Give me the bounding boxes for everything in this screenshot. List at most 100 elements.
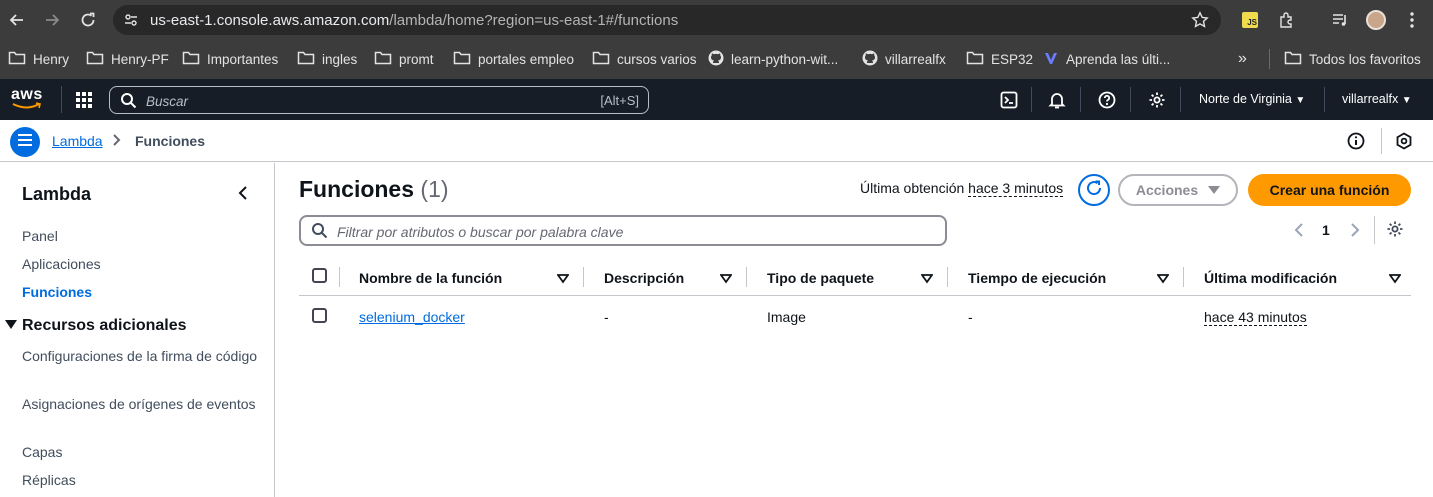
media-queue-icon[interactable] <box>1330 10 1350 30</box>
bookmark-item[interactable]: promt <box>374 50 434 68</box>
sidebar-item-layers[interactable]: Capas <box>22 442 262 462</box>
bookmark-item[interactable]: Henry-PF <box>86 50 169 68</box>
actions-label: Acciones <box>1135 182 1199 198</box>
pagination-current-page[interactable]: 1 <box>1322 222 1330 238</box>
sidebar-item-event-source-mappings[interactable]: Asignaciones de orígenes de eventos <box>22 394 262 414</box>
function-description: - <box>604 309 609 325</box>
site-icon <box>1043 50 1059 69</box>
folder-icon <box>1284 50 1302 68</box>
search-icon <box>120 92 137 114</box>
column-divider[interactable] <box>1183 267 1184 287</box>
header-divider <box>1180 87 1181 112</box>
aws-logo[interactable]: aws <box>11 87 43 110</box>
function-package-type: Image <box>767 309 806 325</box>
help-icon[interactable] <box>1097 90 1117 110</box>
bookmark-label: ESP32 <box>991 51 1034 67</box>
caret-down-icon <box>5 317 17 335</box>
column-header-description[interactable]: Descripción <box>604 270 684 286</box>
account-menu[interactable]: villarrealfx ▼ <box>1342 92 1412 106</box>
column-divider[interactable] <box>947 267 948 287</box>
bookmark-item[interactable]: learn-python-wit... <box>708 50 838 68</box>
services-grid-icon[interactable] <box>74 90 94 110</box>
page-title: Funciones (1) <box>299 176 449 203</box>
sidebar-item-functions[interactable]: Funciones <box>22 282 262 302</box>
folder-icon <box>374 50 392 68</box>
row-checkbox[interactable] <box>312 308 327 323</box>
back-icon[interactable] <box>6 9 28 31</box>
bookmark-item[interactable]: ESP32 <box>966 50 1033 68</box>
chevron-left-icon[interactable] <box>236 184 250 207</box>
sort-icon[interactable] <box>920 271 934 289</box>
function-name-link[interactable]: selenium_docker <box>359 309 465 325</box>
sidebar-item-code-signing[interactable]: Configuraciones de la firma de código <box>22 346 262 366</box>
folder-icon <box>453 50 471 68</box>
sidebar-item-applications[interactable]: Aplicaciones <box>22 254 262 274</box>
column-header-runtime[interactable]: Tiempo de ejecución <box>968 270 1106 286</box>
bookmarks-overflow-button[interactable]: » <box>1238 50 1247 68</box>
bookmark-item[interactable]: villarrealfx <box>862 50 946 68</box>
forward-icon[interactable] <box>41 9 63 31</box>
column-header-package-type[interactable]: Tipo de paquete <box>767 270 874 286</box>
sort-icon[interactable] <box>1156 271 1170 289</box>
sidebar-item-replicas[interactable]: Réplicas <box>22 470 262 490</box>
sidebar-item-panel[interactable]: Panel <box>22 226 262 246</box>
caret-down-icon <box>1208 182 1221 198</box>
select-all-checkbox[interactable] <box>312 268 327 283</box>
bookmark-label: portales empleo <box>478 51 575 67</box>
function-runtime: - <box>968 309 973 325</box>
notifications-bell-icon[interactable] <box>1047 90 1067 110</box>
chevron-right-icon <box>112 133 122 152</box>
bookmark-star-icon[interactable] <box>1191 11 1209 34</box>
column-header-last-modified[interactable]: Última modificación <box>1204 270 1337 286</box>
aws-search-input[interactable]: Buscar [Alt+S] <box>109 86 649 114</box>
bookmark-item[interactable]: cursos varios <box>592 50 697 68</box>
pagination-next-icon[interactable] <box>1348 221 1362 244</box>
pagination-divider <box>1374 216 1375 244</box>
sort-icon[interactable] <box>556 271 570 289</box>
all-bookmarks-folder[interactable]: Todos los favoritos <box>1284 50 1421 68</box>
column-divider[interactable] <box>746 267 747 287</box>
cloudshell-icon[interactable] <box>999 90 1019 110</box>
side-nav-toggle[interactable] <box>10 127 40 157</box>
site-settings-icon[interactable] <box>123 12 139 33</box>
pagination-prev-icon[interactable] <box>1292 221 1306 244</box>
bookmark-item[interactable]: Henry <box>8 50 69 68</box>
region-selector[interactable]: Norte de Virginia ▼ <box>1199 92 1305 106</box>
address-bar[interactable]: us-east-1.console.aws.amazon.com/lambda/… <box>113 5 1221 35</box>
browser-menu-icon[interactable] <box>1402 10 1422 30</box>
bookmark-item[interactable]: Aprenda las últi... <box>1043 50 1170 68</box>
reload-icon[interactable] <box>77 9 99 31</box>
sort-icon[interactable] <box>1388 271 1402 289</box>
js-extension-icon[interactable]: JS <box>1240 10 1260 30</box>
settings-gear-icon[interactable] <box>1147 90 1167 110</box>
github-icon <box>862 50 878 69</box>
folder-icon <box>966 50 984 68</box>
breadcrumb-lambda-link[interactable]: Lambda <box>52 133 103 149</box>
bookmark-label: Henry-PF <box>111 51 169 67</box>
feedback-icon[interactable] <box>1395 132 1413 155</box>
sort-icon[interactable] <box>719 271 733 289</box>
create-function-button[interactable]: Crear una función <box>1248 174 1411 206</box>
page-title-text: Funciones <box>299 176 415 202</box>
bookmark-item[interactable]: Importantes <box>182 50 278 68</box>
info-icon[interactable] <box>1347 132 1365 155</box>
refresh-button[interactable] <box>1078 174 1110 206</box>
search-icon <box>311 222 328 244</box>
actions-dropdown-button[interactable]: Acciones <box>1118 174 1238 206</box>
header-divider <box>1324 87 1325 112</box>
bookmark-label: Aprenda las últi... <box>1066 51 1171 67</box>
bookmark-item[interactable]: ingles <box>297 50 357 68</box>
sidebar-section-additional-resources[interactable]: Recursos adicionales <box>5 317 187 335</box>
filter-placeholder: Filtrar por atributos o buscar por palab… <box>337 224 624 240</box>
column-divider[interactable] <box>583 267 584 287</box>
refresh-icon <box>1085 179 1103 202</box>
extensions-puzzle-icon[interactable] <box>1277 10 1297 30</box>
bookmark-item[interactable]: portales empleo <box>453 50 574 68</box>
profile-avatar[interactable] <box>1366 10 1386 30</box>
table-preferences-gear-icon[interactable] <box>1386 220 1404 243</box>
filter-input[interactable]: Filtrar por atributos o buscar por palab… <box>299 215 947 246</box>
header-divider <box>1130 87 1131 112</box>
search-shortcut: [Alt+S] <box>600 93 639 108</box>
column-divider <box>339 267 340 287</box>
column-header-function-name[interactable]: Nombre de la función <box>359 270 502 286</box>
